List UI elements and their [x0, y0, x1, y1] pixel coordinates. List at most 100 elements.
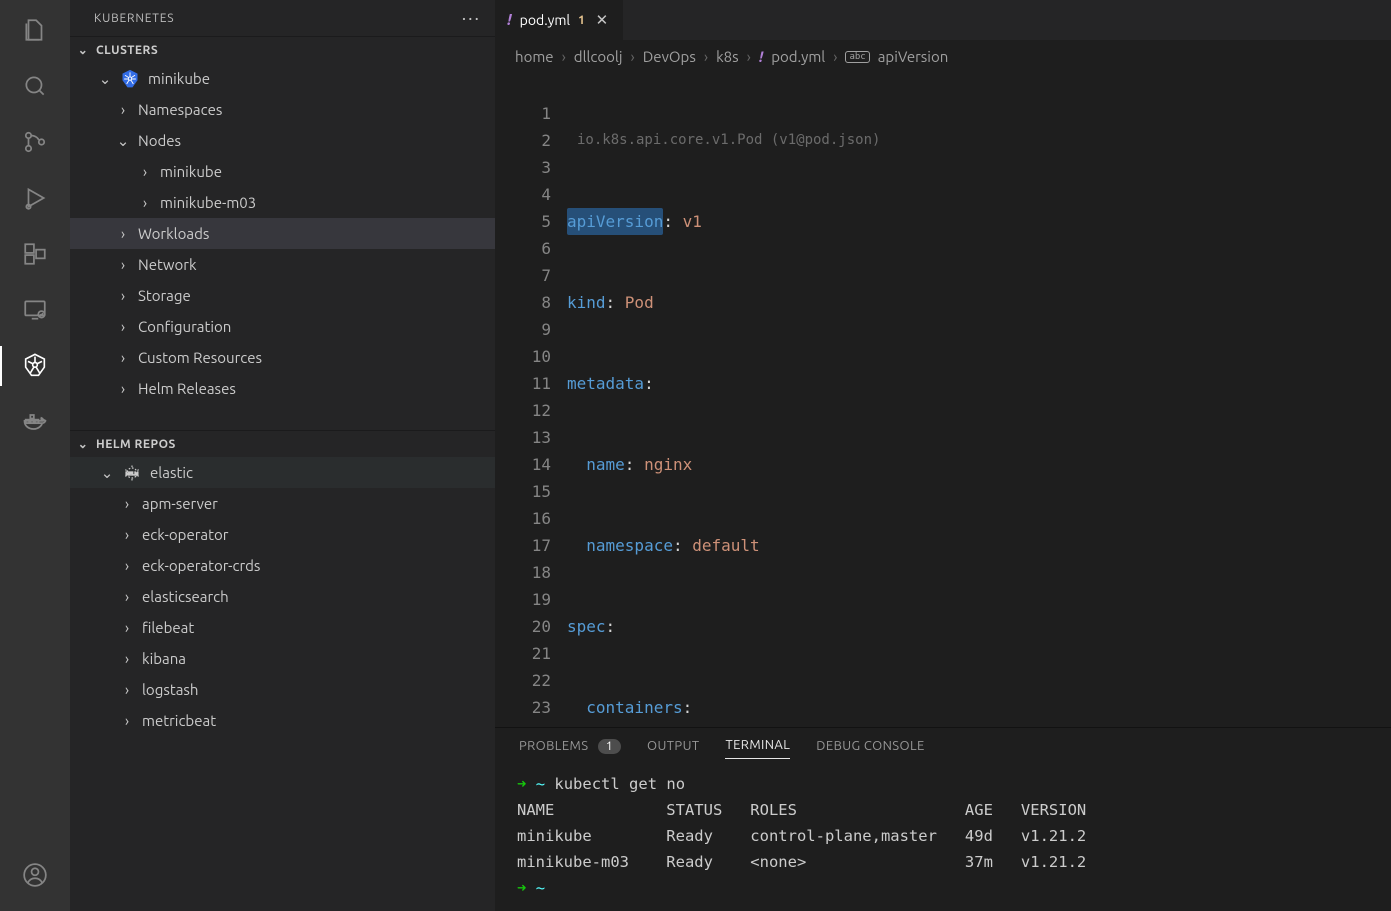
breadcrumb[interactable]: home› dllcoolj› DevOps› k8s› ! pod.yml› … — [495, 40, 1391, 73]
accounts-icon[interactable] — [17, 857, 53, 893]
kubernetes-wheel-icon — [120, 69, 140, 89]
chevron-right-icon: › — [138, 194, 152, 211]
breadcrumb-segment[interactable]: home — [515, 48, 554, 65]
tree-label: eck-operator — [142, 526, 228, 543]
tree-item-namespaces[interactable]: › Namespaces — [70, 94, 495, 125]
panel-tab-terminal[interactable]: TERMINAL — [725, 738, 790, 759]
panel-tab-problems[interactable]: PROBLEMS 1 — [519, 739, 621, 759]
chevron-right-icon: › — [116, 101, 130, 118]
tree-label: kibana — [142, 650, 186, 667]
kubernetes-icon[interactable] — [17, 348, 53, 384]
tree-label: Storage — [138, 287, 191, 304]
chevron-right-icon: › — [120, 619, 134, 636]
tree-item-custom-resources[interactable]: › Custom Resources — [70, 342, 495, 373]
tree-label: elasticsearch — [142, 588, 229, 605]
chevron-right-icon: › — [631, 48, 635, 65]
tab-pod-yml[interactable]: ! pod.yml 1 ✕ — [495, 0, 623, 40]
tree-item-helm-releases[interactable]: › Helm Releases — [70, 373, 495, 404]
breadcrumb-file[interactable]: pod.yml — [771, 48, 825, 65]
cluster-minikube[interactable]: ⌄ minikube — [70, 63, 495, 94]
chevron-right-icon: › — [116, 318, 130, 335]
section-helm-repos[interactable]: ⌄ HELM REPOS — [70, 430, 495, 457]
code-content[interactable]: io.k8s.api.core.v1.Pod (v1@pod.json) api… — [567, 73, 1391, 727]
chevron-down-icon: ⌄ — [100, 464, 114, 482]
tab-filename: pod.yml — [520, 12, 570, 28]
helm-chart-item[interactable]: › eck-operator — [70, 519, 495, 550]
cluster-label: minikube — [148, 70, 210, 87]
chevron-right-icon: › — [120, 712, 134, 729]
tree-label: Workloads — [138, 225, 209, 242]
helm-icon: HELM — [122, 463, 142, 483]
chevron-right-icon: › — [116, 256, 130, 273]
schema-hint: io.k8s.api.core.v1.Pod (v1@pod.json) — [567, 127, 1391, 154]
tree-label: minikube-m03 — [160, 194, 256, 211]
terminal-view[interactable]: ➜ ~ kubectl get no NAME STATUS ROLES AGE… — [495, 765, 1391, 911]
tree-item-node-minikube[interactable]: › minikube — [70, 156, 495, 187]
clusters-tree: ⌄ minikube › Namespaces ⌄ Nodes › miniku… — [70, 63, 495, 404]
tab-modified-indicator: 1 — [578, 14, 585, 27]
close-icon[interactable]: ✕ — [593, 11, 611, 29]
helm-chart-item[interactable]: › kibana — [70, 643, 495, 674]
helm-chart-item[interactable]: › metricbeat — [70, 705, 495, 736]
chevron-right-icon: › — [120, 650, 134, 667]
chevron-right-icon: › — [747, 48, 751, 65]
helm-repo-elastic[interactable]: ⌄ HELM elastic — [70, 457, 495, 488]
panel-tabs: PROBLEMS 1 OUTPUT TERMINAL DEBUG CONSOLE — [495, 728, 1391, 765]
tree-label: minikube — [160, 163, 222, 180]
helm-chart-item[interactable]: › filebeat — [70, 612, 495, 643]
more-actions-icon[interactable]: ··· — [462, 8, 481, 28]
chevron-right-icon: › — [833, 48, 837, 65]
tree-label: metricbeat — [142, 712, 216, 729]
section-clusters-label: CLUSTERS — [96, 44, 158, 57]
tree-label: Custom Resources — [138, 349, 262, 366]
tree-label: eck-operator-crds — [142, 557, 260, 574]
chevron-right-icon: › — [120, 588, 134, 605]
tree-item-storage[interactable]: › Storage — [70, 280, 495, 311]
chevron-down-icon: ⌄ — [98, 70, 112, 88]
tree-label: filebeat — [142, 619, 194, 636]
panel-tab-debug-console[interactable]: DEBUG CONSOLE — [816, 739, 924, 759]
chevron-right-icon: › — [120, 495, 134, 512]
chevron-right-icon: › — [116, 380, 130, 397]
helm-chart-item[interactable]: › elasticsearch — [70, 581, 495, 612]
panel-tab-output[interactable]: OUTPUT — [647, 739, 699, 759]
tree-item-nodes[interactable]: ⌄ Nodes — [70, 125, 495, 156]
source-control-icon[interactable] — [17, 124, 53, 160]
breadcrumb-segment[interactable]: DevOps — [643, 48, 696, 65]
helm-chart-item[interactable]: ›eck-operator-crds — [70, 550, 495, 581]
breadcrumb-segment[interactable]: dllcoolj — [574, 48, 623, 65]
search-icon[interactable] — [17, 68, 53, 104]
helm-tree: ⌄ HELM elastic ›apm-server ›eck-operator… — [70, 457, 495, 736]
code-editor[interactable]: 1234 5678 9101112 13141516 17181920 2122… — [495, 73, 1391, 727]
chevron-right-icon: › — [116, 225, 130, 242]
prompt-arrow-icon: ➜ — [517, 775, 526, 793]
chevron-right-icon: › — [138, 163, 152, 180]
remote-explorer-icon[interactable] — [17, 292, 53, 328]
section-helm-label: HELM REPOS — [96, 438, 176, 451]
explorer-icon[interactable] — [17, 12, 53, 48]
tree-label: Configuration — [138, 318, 231, 335]
run-debug-icon[interactable] — [17, 180, 53, 216]
helm-chart-item[interactable]: ›logstash — [70, 674, 495, 705]
tree-item-network[interactable]: › Network — [70, 249, 495, 280]
tree-item-workloads[interactable]: › Workloads — [70, 218, 495, 249]
editor-tabs: ! pod.yml 1 ✕ — [495, 0, 1391, 40]
section-clusters[interactable]: ⌄ CLUSTERS — [70, 36, 495, 63]
helm-repo-label: elastic — [150, 464, 193, 481]
extensions-icon[interactable] — [17, 236, 53, 272]
helm-chart-item[interactable]: › apm-server — [70, 488, 495, 519]
svg-text:HELM: HELM — [126, 471, 139, 476]
breadcrumb-segment[interactable]: k8s — [716, 48, 739, 65]
problems-count-badge: 1 — [598, 739, 621, 754]
activity-bar — [0, 0, 70, 911]
tree-item-configuration[interactable]: › Configuration — [70, 311, 495, 342]
breadcrumb-symbol[interactable]: apiVersion — [878, 48, 949, 65]
tree-label: apm-server — [142, 495, 218, 512]
terminal-output: minikube Ready control-plane,master 49d … — [517, 827, 1086, 845]
chevron-right-icon: › — [120, 526, 134, 543]
tree-item-node-minikube-m03[interactable]: › minikube-m03 — [70, 187, 495, 218]
chevron-right-icon: › — [116, 287, 130, 304]
prompt-arrow-icon: ➜ — [517, 879, 526, 897]
symbol-string-icon: abc — [845, 51, 869, 63]
docker-icon[interactable] — [17, 404, 53, 440]
